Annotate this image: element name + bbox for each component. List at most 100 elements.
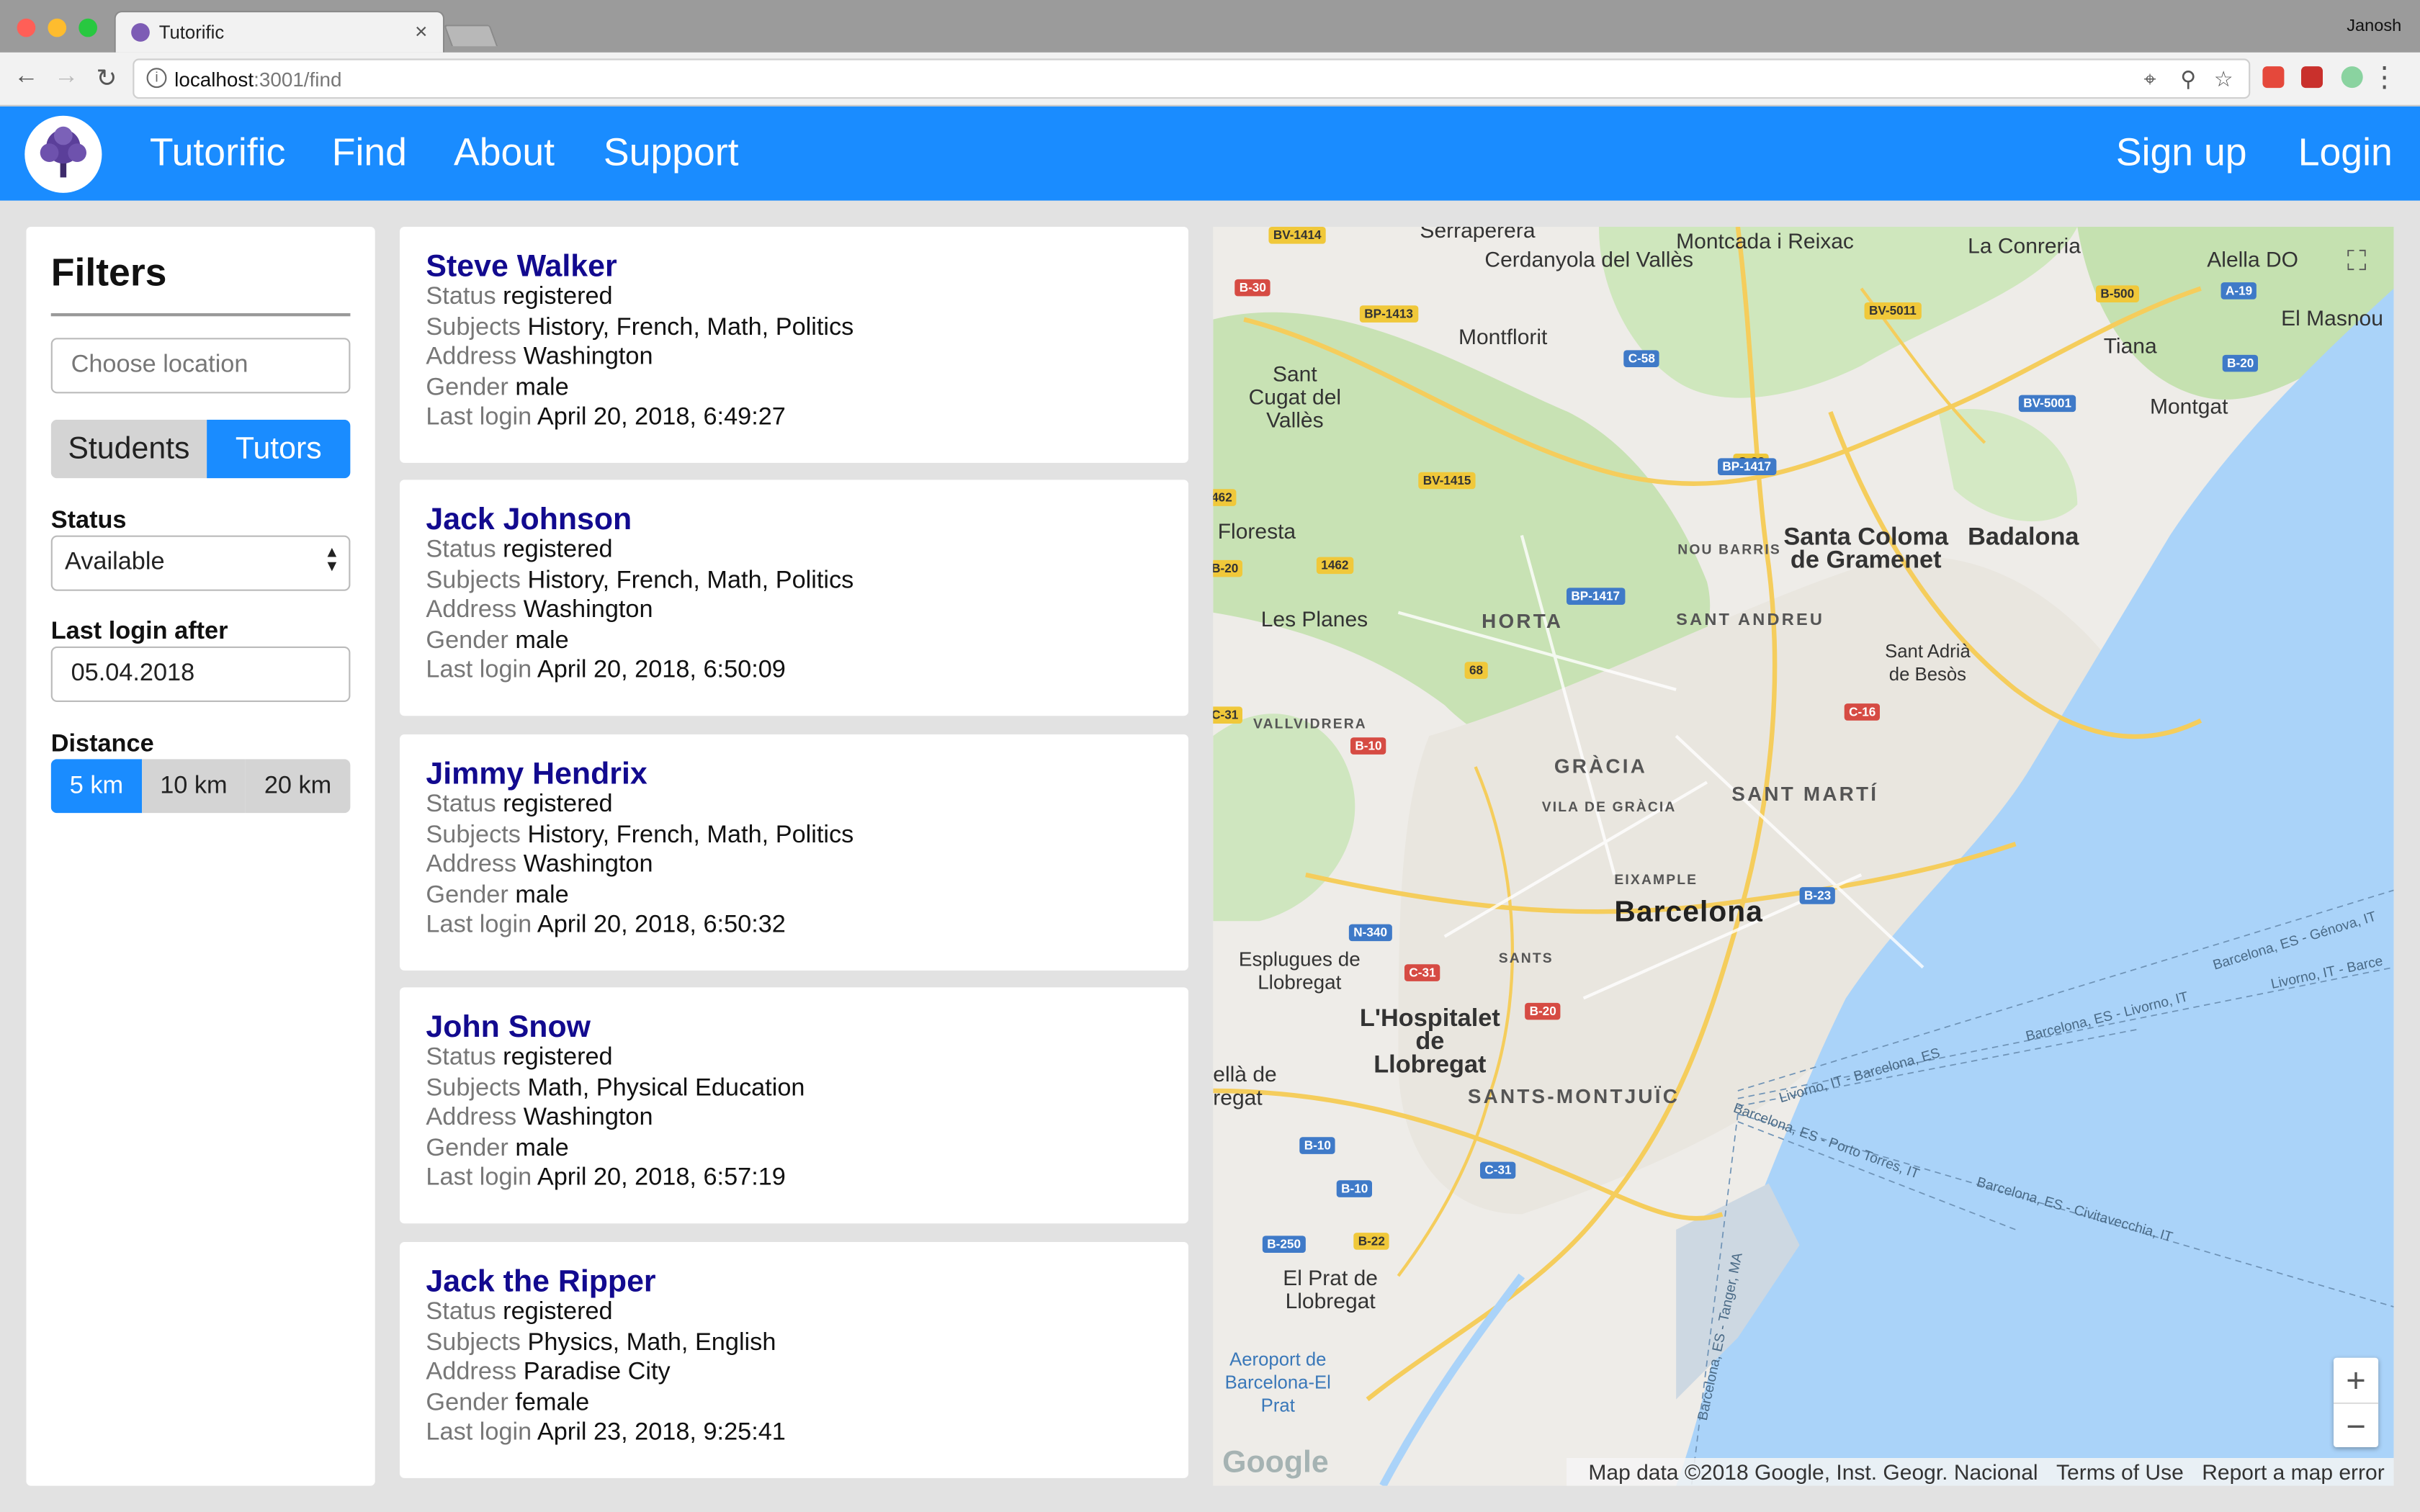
field-label: Address bbox=[426, 344, 517, 371]
tab-title: Tutorific bbox=[158, 22, 225, 43]
field-label: Last login bbox=[426, 1165, 532, 1192]
profile-name[interactable]: Janosh bbox=[2347, 17, 2401, 36]
close-tab-icon[interactable]: × bbox=[415, 19, 428, 43]
back-arrow-icon[interactable]: ← bbox=[12, 63, 40, 91]
map-label-alella: Alella DO bbox=[2207, 246, 2299, 272]
signup-link[interactable]: Sign up bbox=[2116, 131, 2247, 176]
reload-icon[interactable]: ↻ bbox=[93, 63, 121, 94]
window-close-button[interactable] bbox=[17, 18, 36, 37]
location-icon[interactable]: ⌖ bbox=[2144, 66, 2156, 92]
report-error-link[interactable]: Report a map error bbox=[2202, 1459, 2384, 1484]
new-tab-button[interactable] bbox=[443, 24, 498, 47]
road-badge: BV-1414 bbox=[1268, 227, 1327, 244]
field-label: Last login bbox=[426, 657, 532, 685]
user-subjects-row: Subjects History, French, Math, Politics bbox=[426, 567, 853, 595]
user-last-login-row: Last login April 20, 2018, 6:50:32 bbox=[426, 912, 785, 940]
user-name-link[interactable]: Jack the Ripper bbox=[426, 1265, 655, 1300]
field-value: Washington bbox=[523, 597, 653, 624]
user-last-login-row: Last login April 20, 2018, 6:57:19 bbox=[426, 1166, 785, 1194]
user-address-row: Address Paradise City bbox=[426, 1359, 670, 1387]
road-badge: B-250 bbox=[1262, 1236, 1306, 1253]
road-badge: BV-1415 bbox=[1418, 472, 1476, 490]
user-card[interactable]: John Snow Status registered Subjects Math,… bbox=[400, 987, 1188, 1224]
address-bar[interactable]: i localhost:3001/find ⌖ ⚲ ☆ bbox=[133, 58, 2251, 99]
user-card[interactable]: Steve Walker Status registered Subjects Hi… bbox=[400, 227, 1188, 463]
road-badge: N-340 bbox=[1348, 924, 1392, 942]
field-value: Paradise City bbox=[523, 1359, 671, 1386]
field-value: male bbox=[515, 882, 569, 909]
url-text[interactable]: localhost:3001/find bbox=[174, 68, 341, 91]
login-link[interactable]: Login bbox=[2298, 131, 2393, 176]
user-subjects-row: Subjects Physics, Math, English bbox=[426, 1329, 776, 1357]
field-label: Gender bbox=[426, 374, 508, 401]
road-badge: BP-1417 bbox=[1718, 458, 1776, 475]
user-address-row: Address Washington bbox=[426, 344, 653, 372]
forward-arrow-icon[interactable]: → bbox=[53, 63, 81, 91]
road-badge: 68 bbox=[1464, 662, 1488, 679]
field-value: registered bbox=[503, 1044, 613, 1071]
user-card[interactable]: Jimmy Hendrix Status registered Subjects H… bbox=[400, 734, 1188, 971]
status-select[interactable]: Available ▲ ▼ bbox=[50, 535, 351, 591]
field-label: Address bbox=[426, 597, 517, 624]
zoom-in-button[interactable]: + bbox=[2334, 1358, 2378, 1403]
window-maximize-button[interactable] bbox=[79, 18, 97, 37]
road-badge: BV-5011 bbox=[1864, 302, 1922, 320]
nav-support-link[interactable]: Support bbox=[604, 131, 739, 176]
distance-5km-button[interactable]: 5 km bbox=[50, 759, 143, 814]
field-label: Last login bbox=[426, 405, 532, 431]
field-label: Gender bbox=[426, 1135, 508, 1162]
map-data-text: Map data ©2018 Google, Inst. Geogr. Naci… bbox=[1588, 1459, 2038, 1485]
map-label-badalona: Badalona bbox=[1968, 524, 2079, 551]
user-card[interactable]: Jack the Ripper Status registered Subjects… bbox=[400, 1242, 1188, 1478]
user-card[interactable]: Jack Johnson Status registered Subjects Hi… bbox=[400, 480, 1188, 716]
map-attribution: Map data ©2018 Google, Inst. Geogr. Naci… bbox=[1567, 1457, 2394, 1486]
user-name-link[interactable]: John Snow bbox=[426, 1011, 591, 1046]
browser-tab[interactable]: Tutorific × bbox=[114, 11, 445, 53]
map-label-serraperera: Serraperera bbox=[1420, 227, 1536, 243]
window-minimize-button[interactable] bbox=[48, 18, 67, 37]
tree-logo-icon[interactable] bbox=[24, 115, 102, 193]
road-badge: C-31 bbox=[1213, 706, 1243, 724]
user-name-link[interactable]: Steve Walker bbox=[426, 250, 617, 285]
road-badge: C-31 bbox=[1404, 964, 1441, 981]
distance-20km-button[interactable]: 20 km bbox=[245, 759, 351, 814]
terms-link[interactable]: Terms of Use bbox=[2056, 1459, 2184, 1484]
circle-extension-icon[interactable] bbox=[2341, 66, 2363, 89]
user-status-row: Status registered bbox=[426, 537, 612, 565]
user-address-row: Address Washington bbox=[426, 852, 653, 880]
user-name-link[interactable]: Jack Johnson bbox=[426, 503, 632, 539]
zoom-icon[interactable]: ⚲ bbox=[2180, 66, 2196, 92]
nav-brand-link[interactable]: Tutorific bbox=[150, 131, 286, 176]
nav-find-link[interactable]: Find bbox=[332, 131, 407, 176]
divider bbox=[50, 313, 351, 317]
user-status-row: Status registered bbox=[426, 284, 612, 312]
nav-about-link[interactable]: About bbox=[454, 131, 555, 176]
map-label-aeroport: Aeroport de Barcelona-El Prat bbox=[1224, 1348, 1331, 1417]
students-toggle-button[interactable]: Students bbox=[50, 419, 207, 479]
fullscreen-icon[interactable]: ⛶ bbox=[2340, 244, 2374, 278]
last-login-date-input[interactable]: 05.04.2018 bbox=[50, 646, 351, 702]
road-badge: BP-1413 bbox=[1359, 305, 1418, 323]
map-label-eixample: EIXAMPLE bbox=[1614, 871, 1698, 888]
zoom-out-button[interactable]: − bbox=[2334, 1402, 2379, 1447]
distance-10km-button[interactable]: 10 km bbox=[142, 759, 246, 814]
bookmark-star-icon[interactable]: ☆ bbox=[2214, 66, 2233, 92]
tutors-toggle-button[interactable]: Tutors bbox=[207, 419, 351, 479]
user-name-link[interactable]: Jimmy Hendrix bbox=[426, 757, 647, 793]
road-badge: B-500 bbox=[2096, 285, 2139, 302]
map-label-floresta: Floresta bbox=[1217, 518, 1296, 544]
user-subjects-row: Subjects History, French, Math, Politics bbox=[426, 314, 853, 342]
location-input[interactable] bbox=[50, 338, 351, 394]
road-badge: B-10 bbox=[1299, 1137, 1336, 1154]
shield-extension-icon[interactable] bbox=[2262, 66, 2285, 89]
field-value: History, French, Math, Politics bbox=[527, 822, 854, 848]
map-label-esplugues: Esplugues de Llobregat bbox=[1238, 947, 1361, 994]
map-label-el-prat: El Prat de Llobregat bbox=[1283, 1265, 1379, 1313]
field-value: April 20, 2018, 6:50:32 bbox=[537, 912, 786, 939]
extension-icon[interactable] bbox=[2301, 66, 2323, 89]
user-subjects-row: Subjects Math, Physical Education bbox=[426, 1075, 805, 1103]
field-value: Math, Physical Education bbox=[527, 1074, 805, 1102]
browser-menu-icon[interactable]: ⋮ bbox=[2370, 62, 2398, 94]
info-icon[interactable]: i bbox=[146, 68, 167, 89]
map[interactable]: Cerdanyola del Vallès Montcada i Reixac … bbox=[1213, 227, 2394, 1486]
